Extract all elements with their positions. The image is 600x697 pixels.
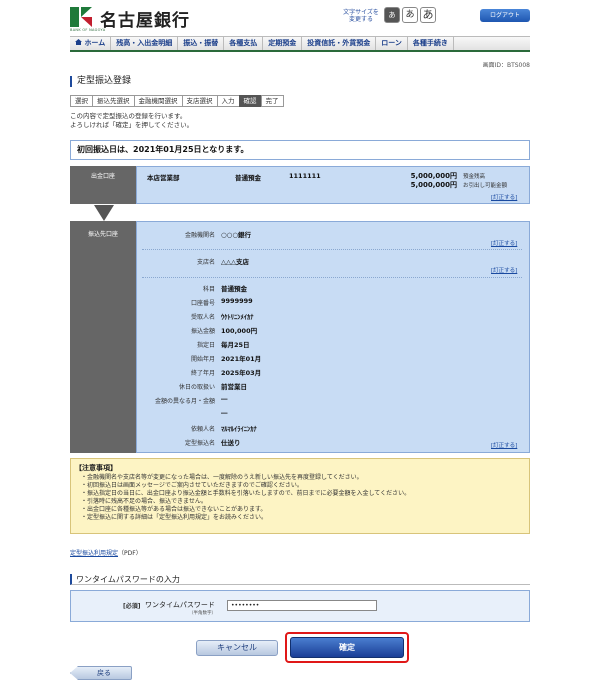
bank-sub-name: BANK OF NAGOYA	[70, 28, 106, 32]
step-item: 振込先選択	[92, 95, 135, 107]
nav-procedures[interactable]: 各種手続き	[408, 37, 454, 50]
bank-logo-icon	[70, 7, 92, 27]
detail-key: 開始年月	[190, 356, 215, 363]
caution-list: 金融機関名や支店名等が変更になった場合は、一度解除のうえ新しい振込先を再度登録し…	[81, 474, 410, 522]
detail-value: 100,000円	[221, 327, 258, 335]
first-transfer-notice: 初回振込日は、2021年01月25日となります。	[70, 140, 530, 160]
caution-item: 出金口座に各種振込等がある場合は振込できないことがあります。	[81, 506, 410, 514]
step-item: 金融機関選択	[133, 95, 183, 107]
detail-key: 科目	[202, 286, 215, 293]
divider	[142, 277, 522, 278]
detail-key: 金額の異なる月・金額	[154, 398, 215, 405]
required-badge: [必須]	[123, 603, 141, 610]
main-nav: ホーム 残高・入出金明細 振込・振替 各種支払 定期預金 投資信託・外貨預金 ロ…	[70, 36, 530, 52]
to-account-label: 振込先口座	[70, 221, 136, 453]
caution-item: 定型振込に関する詳細は「定型振込利用規定」をお読みください。	[81, 514, 410, 522]
detail-value: ﾏﾙﾏﾙｲﾗｲﾆﾝｶﾅ	[221, 425, 257, 433]
nav-home[interactable]: ホーム	[70, 37, 112, 50]
step-item-active: 確認	[238, 95, 262, 107]
caution-box: 【注意事項】 金融機関名や支店名等が変更になった場合は、一度解除のうえ新しい振込…	[70, 458, 530, 534]
nav-investment[interactable]: 投資信託・外貨預金	[302, 37, 377, 50]
from-account-number: 1111111	[289, 172, 321, 180]
to-bank-value: ○○○銀行	[221, 231, 252, 239]
detail-key: 依頼人名	[190, 426, 215, 433]
nav-balance[interactable]: 残高・入出金明細	[111, 37, 179, 50]
detail-value: 普通預金	[221, 285, 247, 293]
detail-value: ―	[221, 395, 228, 403]
otp-sub-label: （半角数字）	[189, 611, 216, 616]
from-balance-label: 預金残高	[463, 174, 486, 180]
step-item: 完了	[260, 95, 284, 107]
from-account-panel: 本店営業部 普通預金 1111111 5,000,000円 預金残高 5,000…	[136, 166, 530, 204]
to-branch-value: △△△支店	[221, 258, 249, 266]
otp-box: [必須] ワンタイムパスワード （半角数字） ••••••••	[70, 590, 530, 622]
intro-text: この内容で定型振込の登録を行います。 よろしければ「確定」を押してください。	[70, 112, 194, 129]
to-bank-key: 金融機関名	[184, 232, 215, 239]
terms-pdf: 定型振込利用規定（PDF）	[70, 550, 142, 557]
nav-loan[interactable]: ローン	[376, 37, 408, 50]
from-account-label: 出金口座	[70, 166, 136, 204]
detail-value: 前営業日	[221, 383, 247, 391]
from-available: 5,000,000円	[410, 181, 457, 189]
home-icon	[75, 39, 82, 45]
otp-label: ワンタイムパスワード	[145, 601, 215, 609]
step-item: 選択	[70, 95, 93, 107]
font-size-label: 文字サイズを 変更する	[343, 9, 379, 23]
down-arrow-icon	[94, 205, 114, 221]
step-item: 入力	[216, 95, 240, 107]
step-indicator: 選択 振込先選択 金融機関選択 支店選択 入力 確認 完了	[70, 95, 284, 107]
detail-value: 2021年01月	[221, 355, 262, 363]
from-available-label: お引出し可能金額	[463, 183, 508, 189]
otp-input[interactable]: ••••••••	[227, 600, 377, 611]
detail-key: 終了年月	[190, 370, 215, 377]
confirm-button[interactable]: 確定	[290, 637, 404, 658]
cancel-button[interactable]: キャンセル	[196, 640, 278, 656]
otp-section-title: ワンタイムパスワードの入力	[70, 574, 530, 585]
caution-item: 振込指定日の当日に、出金口座より振込金額と手数料を引落いたしますので、前日までに…	[81, 490, 410, 498]
from-account-type: 普通預金	[235, 174, 261, 182]
divider	[142, 249, 522, 250]
font-size-large-button[interactable]: あ	[420, 7, 436, 23]
caution-item: 引落時に残高不足の場合、振込できません。	[81, 498, 410, 506]
detail-key: 振込金額	[190, 328, 215, 335]
detail-value: ｳｹﾄﾘﾆﾝﾒｲｶﾅ	[221, 313, 254, 321]
from-branch: 本店営業部	[147, 174, 180, 182]
terms-pdf-link[interactable]: 定型振込利用規定	[70, 550, 118, 557]
detail-key: 休日の取扱い	[178, 384, 215, 391]
bank-name: 名古屋銀行	[100, 11, 190, 31]
step-item: 支店選択	[181, 95, 218, 107]
to-detail-fix-link[interactable]: [訂正する]	[491, 441, 517, 449]
nav-time-deposit[interactable]: 定期預金	[263, 37, 303, 50]
detail-key: 指定日	[196, 342, 215, 349]
from-fix-link[interactable]: [訂正する]	[491, 193, 517, 201]
detail-value: 毎月25日	[221, 341, 250, 349]
to-branch-fix-link[interactable]: [訂正する]	[491, 266, 517, 274]
font-size-medium-button[interactable]: あ	[402, 7, 418, 23]
back-button[interactable]: 戻る	[70, 666, 132, 680]
caution-item: 初回振込日は画面メッセージでご案内させていただきますのでご確認ください。	[81, 482, 410, 490]
detail-value: 仕送り	[221, 439, 241, 447]
page-title: 定型振込登録	[70, 76, 131, 87]
nav-payments[interactable]: 各種支払	[224, 37, 264, 50]
to-branch-key: 支店名	[196, 259, 215, 266]
detail-key: 定型振込名	[184, 440, 215, 447]
screen-id: 画面ID：BTS008	[482, 62, 530, 69]
to-bank-fix-link[interactable]: [訂正する]	[491, 239, 517, 247]
logout-button[interactable]: ログアウト	[480, 9, 530, 22]
caution-title: 【注意事項】	[75, 464, 117, 472]
to-account-panel: 金融機関名 ○○○銀行 [訂正する] 支店名 △△△支店 [訂正する] 科目 普通…	[136, 221, 530, 453]
nav-transfer[interactable]: 振込・振替	[178, 37, 225, 50]
font-size-small-button[interactable]: あ	[384, 7, 400, 23]
detail-key: 受取人名	[190, 314, 215, 321]
caution-item: 金融機関名や支店名等が変更になった場合は、一度解除のうえ新しい振込先を再度登録し…	[81, 474, 410, 482]
detail-value: 2025年03月	[221, 369, 262, 377]
detail-key: 口座番号	[190, 300, 215, 307]
detail-value: ―	[221, 409, 228, 417]
detail-value: 9999999	[221, 297, 253, 305]
